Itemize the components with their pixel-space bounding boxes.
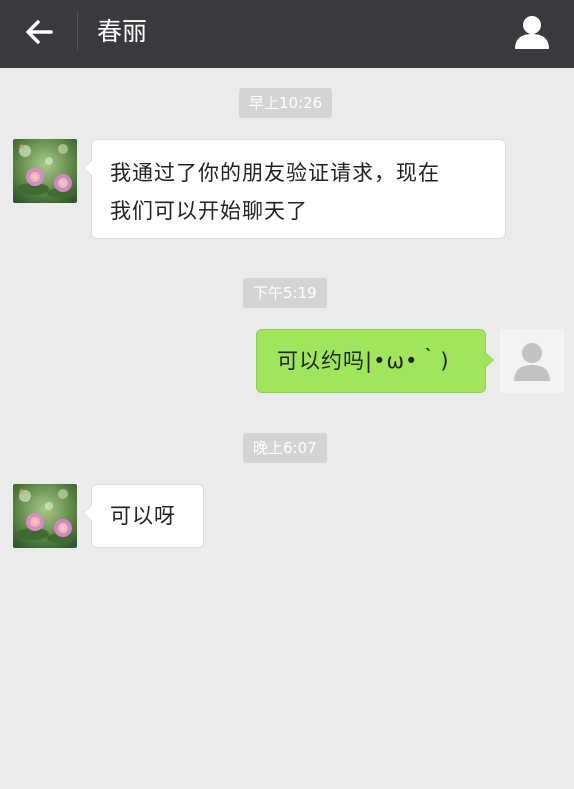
message-text-line: 我们可以开始聊天了 [110,199,308,223]
flower-avatar-image [13,139,77,203]
message-bubble-sent[interactable]: 可以约吗|•ω•｀) [256,329,494,393]
message-text: 可以呀 [110,504,176,528]
message-bubble-received[interactable]: 我通过了你的朋友验证请求，现在 我们可以开始聊天了 [83,139,506,239]
header-divider [77,12,78,50]
top-bar: 春丽 [0,0,574,68]
timestamp: 早上10:26 [239,88,333,118]
message-bubble-received[interactable]: 可以呀 [83,484,204,548]
back-arrow-icon [26,20,53,44]
timestamp: 下午5:19 [243,278,327,308]
my-avatar[interactable] [500,329,564,393]
chat-title: 春丽 [97,17,148,46]
message-text-line: 我通过了你的朋友验证请求，现在 [110,161,440,185]
default-person-icon [500,329,564,393]
message-text: 可以约吗|•ω•｀) [277,349,450,373]
back-button[interactable] [14,10,64,54]
contact-avatar[interactable] [13,139,77,203]
person-icon [515,16,549,49]
chat-info-button[interactable] [510,10,554,54]
contact-avatar[interactable] [13,484,77,548]
flower-avatar-image [13,484,77,548]
timestamp: 晚上6:07 [243,433,327,463]
